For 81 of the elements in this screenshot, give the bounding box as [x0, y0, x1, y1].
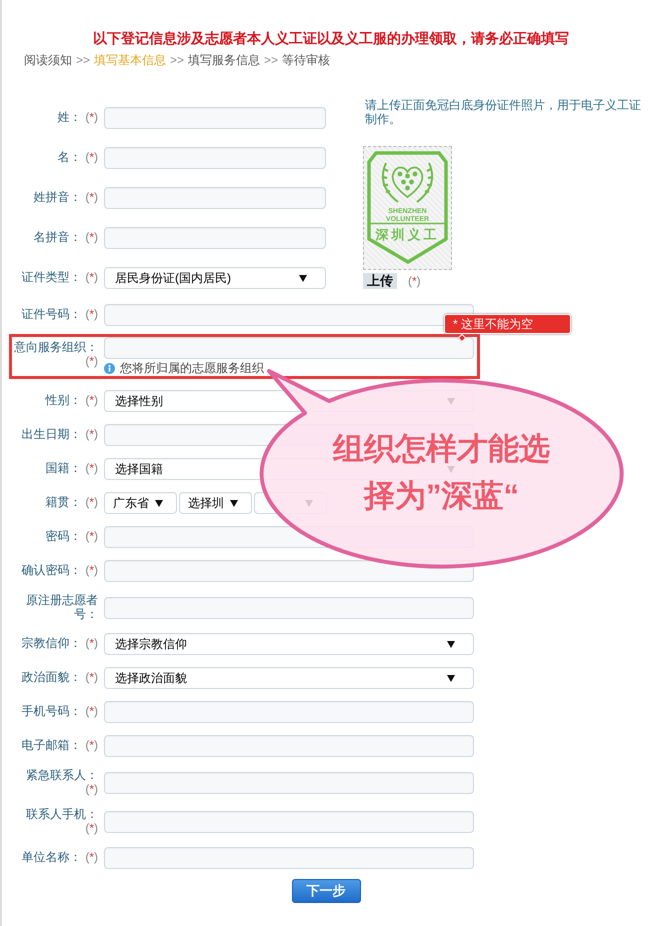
text-field[interactable]: [104, 596, 474, 618]
field-label: 政治面貌：: [21, 670, 82, 684]
field-label: 手机号码：: [21, 704, 82, 718]
breadcrumb-separator: >>: [264, 52, 278, 69]
dropdown[interactable]: 选择宗教信仰: [104, 633, 474, 655]
dropdown-arrow-icon: [447, 674, 455, 682]
field-label: 宗教信仰：: [21, 636, 82, 650]
required-mark: (*): [85, 530, 98, 544]
required-mark: (*): [85, 496, 98, 510]
field-label: 姓拼音：: [33, 190, 82, 204]
text-field[interactable]: [104, 847, 474, 869]
dropdown-arrow-icon: [230, 500, 238, 506]
dropdown-arrow-icon: [447, 640, 455, 648]
dropdown-arrow-icon: [155, 500, 163, 506]
required-mark: (*): [85, 271, 98, 285]
required-mark: (*): [85, 231, 98, 245]
field-label: 单位名称：: [21, 850, 82, 864]
text-field[interactable]: [104, 701, 474, 723]
required-mark: (*): [85, 111, 98, 125]
dropdown-arrow-icon: [299, 274, 307, 282]
required-mark: (*): [85, 705, 98, 719]
text-field[interactable]: [104, 772, 474, 794]
dropdown[interactable]: 广东省: [104, 492, 177, 514]
field-label: 出生日期：: [21, 427, 82, 442]
field-label: 电子邮箱：: [21, 738, 82, 752]
field-label: 籍贯：: [45, 495, 82, 510]
required-mark: (*): [85, 151, 98, 165]
field-label: 姓：: [57, 110, 82, 124]
upload-note: 请上传正面免冠白底身份证件照片，用于电子义工证制作。: [364, 98, 642, 126]
field-label: 密码：: [45, 529, 82, 544]
required-mark: (*): [85, 191, 98, 205]
breadcrumb-step: 填写基本信息: [94, 51, 166, 69]
breadcrumb-step: 填写服务信息: [188, 51, 260, 69]
dropdown[interactable]: 居民身份证(国内居民): [104, 267, 326, 289]
field-label: 国籍：: [45, 461, 82, 476]
field-label: 联系人手机：: [26, 807, 98, 821]
required-mark: (*): [85, 822, 98, 835]
text-field[interactable]: [104, 187, 326, 209]
hint-text: 您将所归属的志愿服务组织: [120, 360, 264, 376]
page-title: 以下登记信息涉及志愿者本人义工证以及义工服的办理领取，请务必正确填写: [92, 29, 570, 48]
required-mark: (*): [85, 394, 98, 408]
field-label: 确认密码：: [21, 563, 82, 578]
required-mark: (*): [85, 851, 98, 865]
required-mark: (*): [85, 671, 98, 685]
required-mark: (*): [85, 462, 98, 476]
required-mark: (*): [408, 274, 421, 288]
text-field[interactable]: [104, 560, 474, 582]
breadcrumb-separator: >>: [76, 52, 90, 69]
next-button[interactable]: 下一步: [292, 879, 360, 903]
required-mark: (*): [85, 564, 98, 578]
upload-button[interactable]: 上传: [363, 273, 397, 289]
required-mark: (*): [85, 308, 98, 322]
breadcrumb-separator: >>: [170, 52, 184, 69]
callout-text: 择为”深蓝“: [362, 480, 520, 511]
field-label: 名拼音：: [33, 230, 82, 244]
text-field[interactable]: [104, 147, 326, 169]
field-label: 性别：: [45, 393, 82, 408]
breadcrumb-step: 阅读须知: [24, 51, 72, 69]
text-field[interactable]: [104, 107, 326, 129]
field-label: 名：: [57, 150, 82, 164]
required-mark: (*): [85, 739, 98, 753]
required-mark: (*): [85, 637, 98, 651]
field-label: 证件号码：: [21, 307, 82, 322]
required-mark: (*): [85, 354, 98, 368]
logo-caption: 深圳义工: [376, 227, 440, 242]
required-mark: (*): [85, 428, 98, 442]
error-tooltip: * 这里不能为空: [444, 314, 571, 334]
field-label: 原注册志愿者号：: [26, 593, 98, 620]
field-label: 紧急联系人：: [26, 768, 98, 782]
breadcrumb-step: 等待审核: [282, 51, 330, 69]
callout-text: 组织怎样才能选: [333, 433, 550, 464]
required-mark: (*): [85, 782, 98, 796]
dropdown[interactable]: 选择政治面貌: [104, 667, 474, 689]
text-field[interactable]: [104, 735, 474, 757]
text-field[interactable]: [104, 337, 474, 359]
field-label: 意向服务组织：: [14, 340, 98, 354]
field-label: 证件类型：: [21, 270, 82, 284]
text-field[interactable]: [104, 810, 474, 832]
info-icon: [104, 362, 115, 374]
text-field[interactable]: [104, 227, 326, 249]
dropdown[interactable]: 选择圳: [179, 492, 252, 514]
